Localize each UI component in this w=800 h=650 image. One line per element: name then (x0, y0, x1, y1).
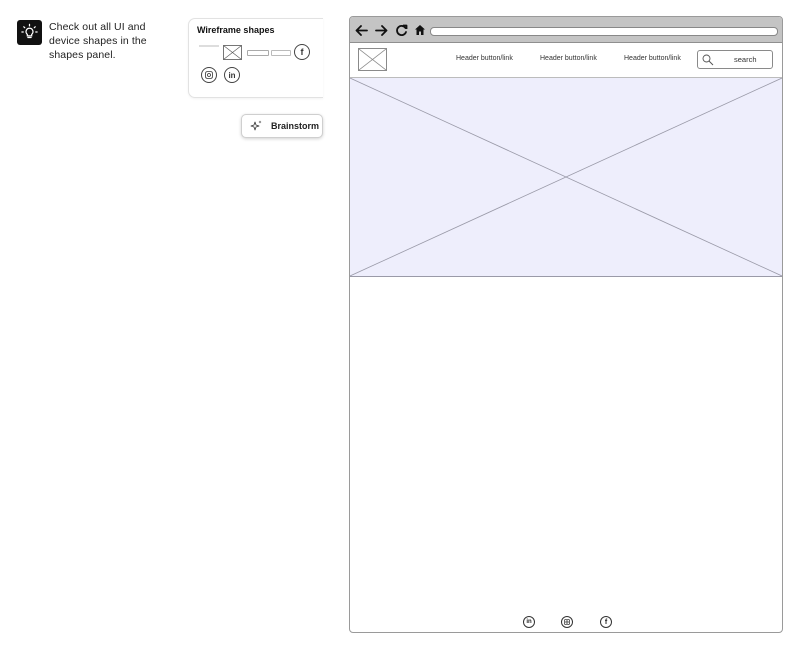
address-bar[interactable] (430, 27, 778, 36)
sparkle-icon (250, 120, 262, 131)
footer-social-icons: in f (522, 616, 614, 630)
brainstorm-button[interactable]: Brainstorm (241, 114, 323, 138)
site-header: Header button/link Header button/link He… (350, 43, 782, 78)
brainstorm-label: Brainstorm (271, 121, 320, 131)
mini-input-shape[interactable] (271, 50, 291, 56)
header-link-2[interactable]: Header button/link (540, 55, 597, 62)
header-link-1[interactable]: Header button/link (456, 55, 513, 62)
browser-wireframe: Header button/link Header button/link He… (349, 16, 783, 633)
search-placeholder: search (734, 55, 757, 64)
linkedin-icon[interactable]: in (224, 67, 240, 83)
shapes-card-title: Wireframe shapes (197, 25, 275, 35)
logo-placeholder[interactable] (358, 48, 387, 71)
mini-text-shape[interactable] (199, 45, 219, 47)
tip-callout: Check out all UI and device shapes in th… (17, 20, 179, 62)
linkedin-icon[interactable]: in (523, 616, 535, 628)
search-icon (702, 54, 714, 66)
header-link-3[interactable]: Header button/link (624, 55, 681, 62)
browser-toolbar (350, 17, 782, 43)
image-placeholder-icon[interactable] (223, 45, 242, 60)
hero-image-placeholder[interactable] (350, 78, 782, 277)
forward-arrow-icon[interactable] (374, 23, 388, 37)
facebook-icon[interactable]: f (294, 44, 310, 60)
back-arrow-icon[interactable] (354, 23, 368, 37)
reload-icon[interactable] (394, 23, 408, 37)
facebook-icon[interactable]: f (600, 616, 612, 628)
lightbulb-icon (17, 20, 42, 45)
home-icon[interactable] (413, 23, 427, 37)
instagram-icon[interactable] (201, 67, 217, 83)
mini-button-shape[interactable] (247, 50, 269, 56)
tip-text: Check out all UI and device shapes in th… (49, 21, 147, 61)
instagram-icon[interactable] (561, 616, 573, 628)
search-input[interactable]: search (697, 50, 773, 69)
wireframe-shapes-card[interactable]: Wireframe shapes f in (188, 18, 323, 98)
